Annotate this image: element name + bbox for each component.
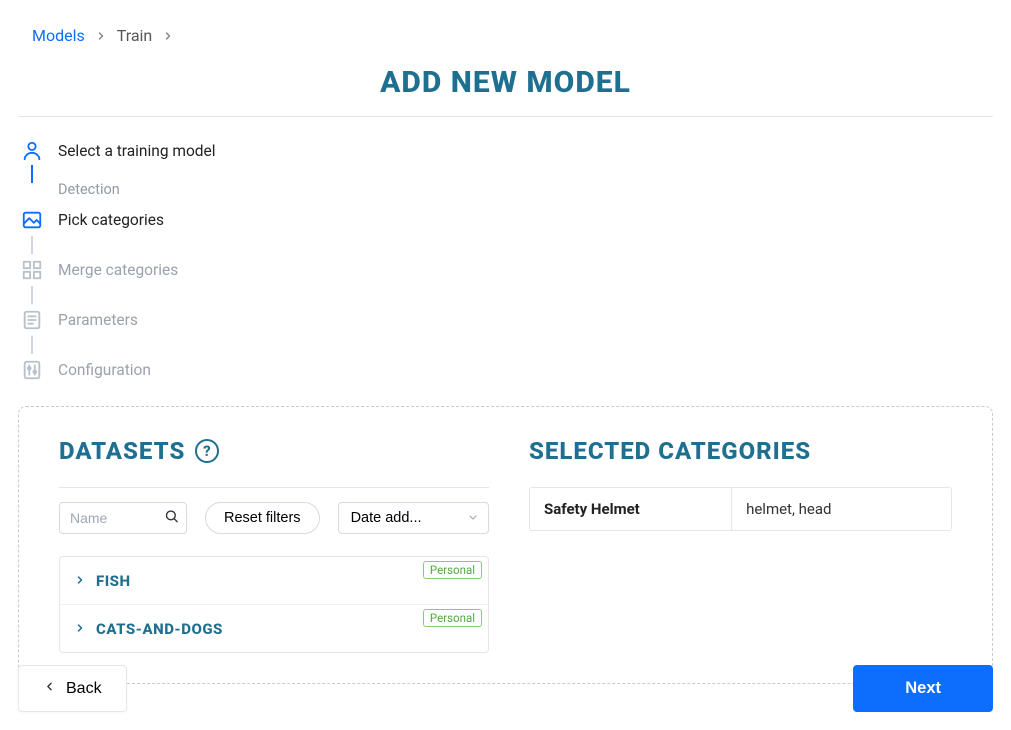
breadcrumb: Models Train — [32, 26, 993, 45]
content-panel: DATASETS ? Reset filters Date add... — [18, 406, 993, 684]
sliders-icon — [20, 358, 44, 382]
dataset-item[interactable]: CATS-AND-DOGS Personal — [60, 605, 488, 652]
selected-category-values: helmet, head — [732, 488, 951, 530]
back-button-label: Back — [66, 680, 102, 698]
step-label: Parameters — [58, 311, 138, 329]
list-icon — [20, 308, 44, 332]
image-icon — [20, 208, 44, 232]
step-connector — [31, 165, 33, 183]
step-connector — [31, 336, 33, 354]
step-configuration[interactable]: Configuration — [20, 354, 993, 386]
chevron-right-icon — [74, 619, 86, 638]
step-label: Pick categories — [58, 211, 164, 229]
search-wrap — [59, 502, 187, 534]
dataset-name: FISH — [96, 572, 131, 590]
step-label: Merge categories — [58, 261, 178, 279]
dataset-item[interactable]: FISH Personal — [60, 557, 488, 605]
chevron-right-icon — [162, 30, 174, 42]
dataset-name: CATS-AND-DOGS — [96, 620, 223, 638]
breadcrumb-root-link[interactable]: Models — [32, 26, 85, 45]
help-icon[interactable]: ? — [195, 439, 219, 463]
merge-icon — [20, 258, 44, 282]
filter-row: Reset filters Date add... — [59, 502, 489, 534]
dataset-badge: Personal — [423, 609, 482, 627]
step-label: Select a training model — [58, 142, 216, 160]
chevron-right-icon — [95, 30, 107, 42]
divider — [59, 487, 489, 488]
selected-column: SELECTED CATEGORIES Safety Helmet helmet… — [529, 437, 952, 653]
selected-heading-text: SELECTED CATEGORIES — [529, 437, 811, 465]
selected-category-row: Safety Helmet helmet, head — [529, 487, 952, 531]
chevron-right-icon — [74, 571, 86, 590]
chevron-left-icon — [43, 680, 56, 698]
stepper: Select a training model Detection Pick c… — [18, 135, 993, 386]
step-merge-categories[interactable]: Merge categories — [20, 254, 993, 286]
next-button[interactable]: Next — [853, 665, 993, 712]
divider — [18, 116, 993, 117]
dataset-list: FISH Personal CATS-AND-DOGS Personal — [59, 556, 489, 653]
person-icon — [20, 139, 44, 163]
search-icon — [164, 509, 179, 528]
step-parameters[interactable]: Parameters — [20, 304, 993, 336]
dataset-badge: Personal — [423, 561, 482, 579]
selected-category-name: Safety Helmet — [530, 488, 732, 530]
step-connector — [31, 286, 33, 304]
step-sublabel: Detection — [58, 181, 993, 204]
step-connector — [31, 236, 33, 254]
datasets-column: DATASETS ? Reset filters Date add... — [59, 437, 489, 653]
back-button[interactable]: Back — [18, 665, 127, 712]
step-select-model[interactable]: Select a training model — [20, 135, 993, 167]
datasets-heading: DATASETS ? — [59, 437, 489, 465]
chevron-down-icon — [467, 509, 479, 528]
reset-filters-button[interactable]: Reset filters — [205, 502, 320, 534]
breadcrumb-current: Train — [117, 26, 153, 45]
step-label: Configuration — [58, 361, 151, 379]
page-title: ADD NEW MODEL — [18, 65, 993, 100]
selected-heading: SELECTED CATEGORIES — [529, 437, 952, 465]
datasets-heading-text: DATASETS — [59, 437, 185, 465]
step-pick-categories[interactable]: Pick categories — [20, 204, 993, 236]
